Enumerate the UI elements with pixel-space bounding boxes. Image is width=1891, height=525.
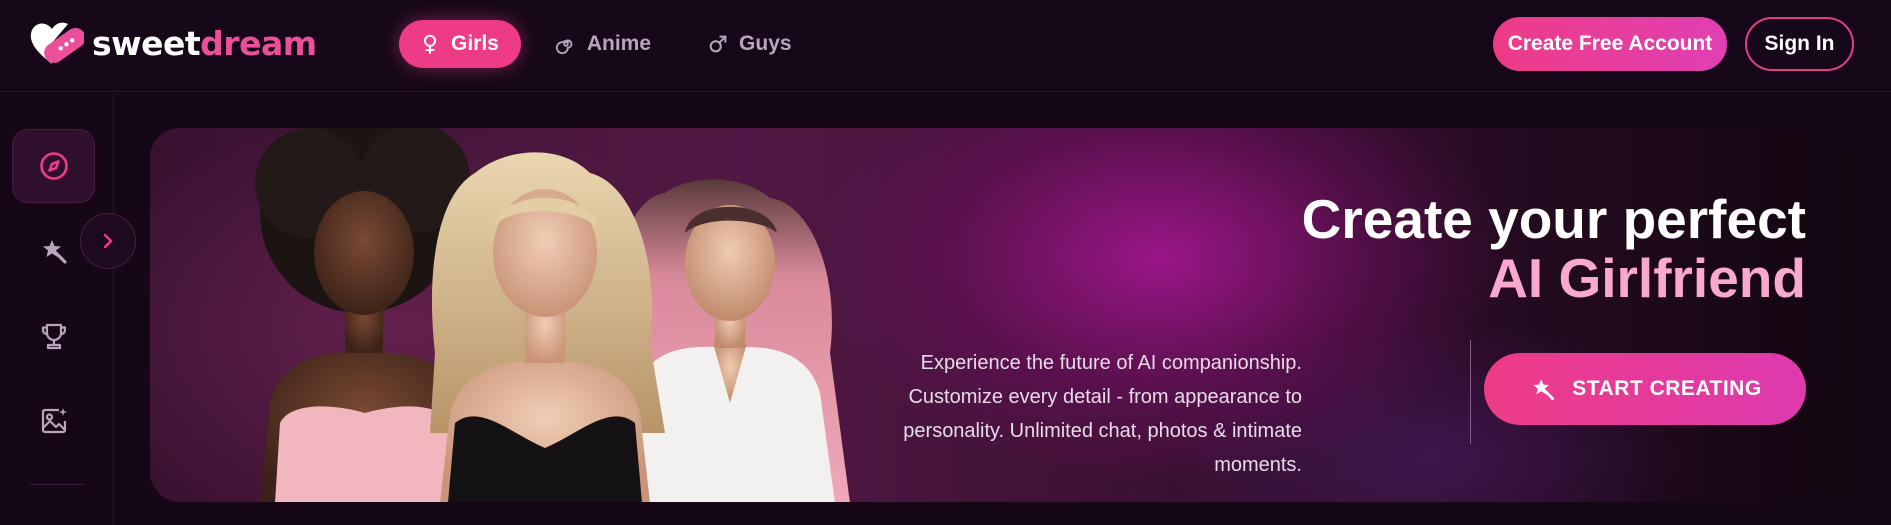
sidebar-item-leaderboard[interactable] (12, 299, 95, 373)
hero-banner: Create your perfect AI Girlfriend Experi… (150, 128, 1854, 502)
hero-title-line2: AI Girlfriend (1488, 247, 1806, 309)
trophy-icon (41, 323, 66, 350)
brand-name: sweetdream (92, 20, 317, 68)
magic-wand-icon (1533, 379, 1555, 401)
tab-girls[interactable]: Girls (399, 20, 521, 68)
sidebar (0, 93, 114, 525)
top-navigation-bar: sweetdream Girls Anime Guys Create Free … (0, 0, 1891, 92)
category-tabs: Girls Anime Guys (399, 20, 814, 68)
tab-anime-label: Anime (586, 32, 652, 55)
hero-divider (1470, 340, 1471, 444)
tab-guys[interactable]: Guys (687, 20, 814, 68)
sign-in-button[interactable]: Sign In (1745, 17, 1854, 71)
hero-title-line1: Create your perfect (1301, 188, 1806, 250)
male-icon (709, 35, 727, 53)
brand-name-part1: sweet (92, 24, 201, 63)
magic-wand-icon (42, 240, 67, 264)
start-creating-label: START CREATING (1572, 377, 1762, 400)
sidebar-divider (30, 484, 84, 485)
logo-heart-icon (30, 22, 84, 65)
sidebar-item-explore[interactable] (12, 129, 95, 203)
tab-guys-label: Guys (739, 32, 792, 55)
tab-girls-label: Girls (451, 32, 499, 55)
logo[interactable]: sweetdream (28, 20, 317, 68)
hero-models-image (255, 128, 850, 502)
compass-icon (39, 152, 68, 180)
brand-name-part2: dream (200, 24, 317, 63)
sidebar-expand-button[interactable] (80, 213, 136, 269)
sidebar-item-gallery[interactable] (12, 384, 95, 458)
chevron-right-icon (103, 233, 113, 249)
female-icon (423, 34, 437, 55)
image-sparkle-icon (41, 408, 67, 434)
spiral-icon (555, 39, 573, 55)
hero-title: Create your perfect AI Girlfriend (1302, 190, 1806, 308)
create-free-account-button[interactable]: Create Free Account (1493, 17, 1727, 71)
hero-description: Experience the future of AI companionshi… (903, 352, 1302, 476)
start-creating-button[interactable]: START CREATING (1484, 353, 1806, 425)
tab-anime[interactable]: Anime (535, 20, 673, 68)
